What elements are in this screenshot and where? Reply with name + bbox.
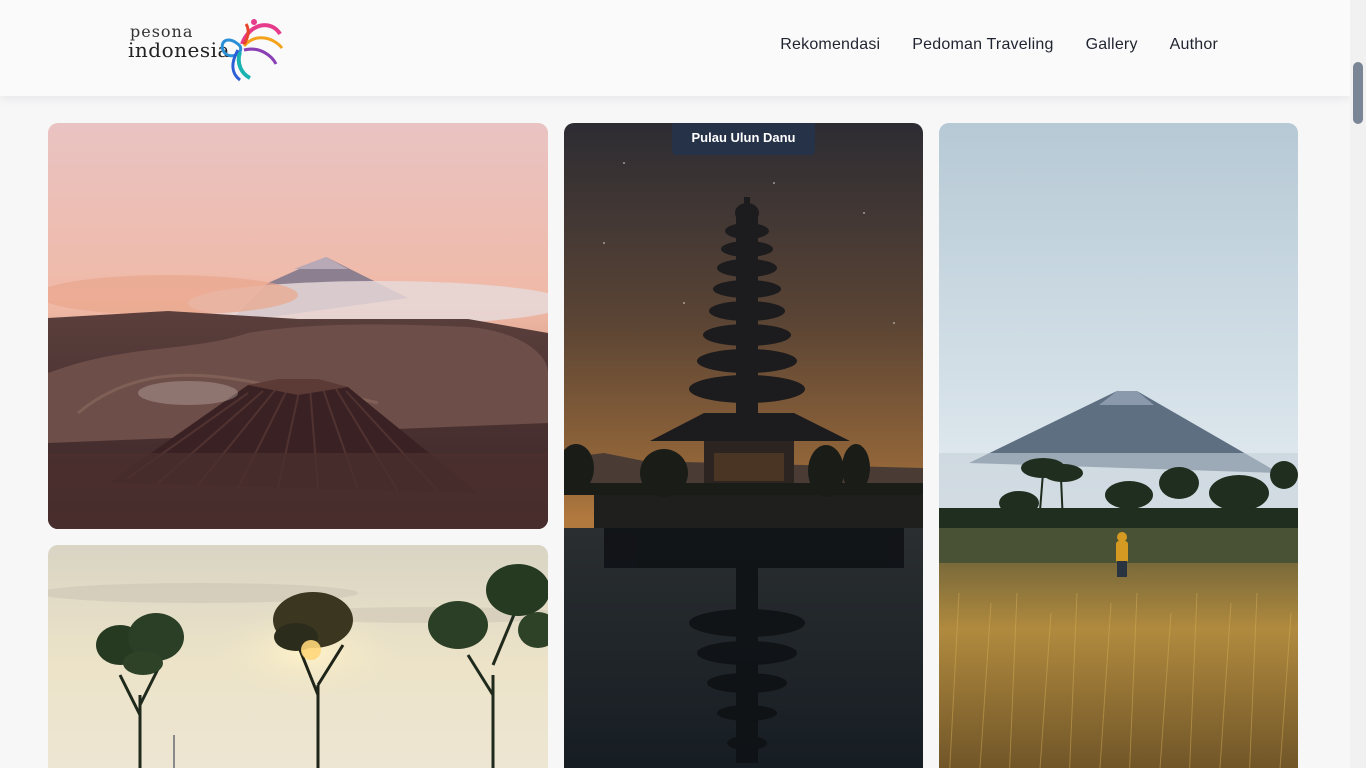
card-caption: Pulau Ulun Danu — [672, 123, 815, 155]
ulun-danu-temple-image — [564, 123, 923, 768]
gallery-card-ulun-danu[interactable]: Pulau Ulun Danu — [564, 123, 923, 768]
rice-field-volcano-image — [939, 123, 1298, 768]
gallery-card-rice-field[interactable] — [939, 123, 1298, 768]
nav-link-rekomendasi[interactable]: Rekomendasi — [780, 36, 880, 54]
nav-link-author[interactable]: Author — [1170, 36, 1218, 54]
scrollbar-thumb[interactable] — [1353, 62, 1363, 124]
nav-link-pedoman-traveling[interactable]: Pedoman Traveling — [912, 36, 1053, 54]
navbar: pesona indonesia Rekomendasi Pedoman Tra… — [0, 0, 1350, 96]
gallery-card-trees-sunset[interactable] — [48, 545, 548, 768]
pesona-indonesia-logo[interactable]: pesona indonesia — [128, 16, 288, 82]
logo-bird-icon — [220, 19, 284, 82]
page-scrollbar[interactable] — [1350, 0, 1366, 768]
gallery-card-bromo[interactable] — [48, 123, 548, 529]
trees-sunset-image — [48, 545, 548, 768]
main-nav: Rekomendasi Pedoman Traveling Gallery Au… — [780, 36, 1218, 54]
bromo-volcano-image — [48, 123, 548, 529]
nav-link-gallery[interactable]: Gallery — [1086, 36, 1138, 54]
